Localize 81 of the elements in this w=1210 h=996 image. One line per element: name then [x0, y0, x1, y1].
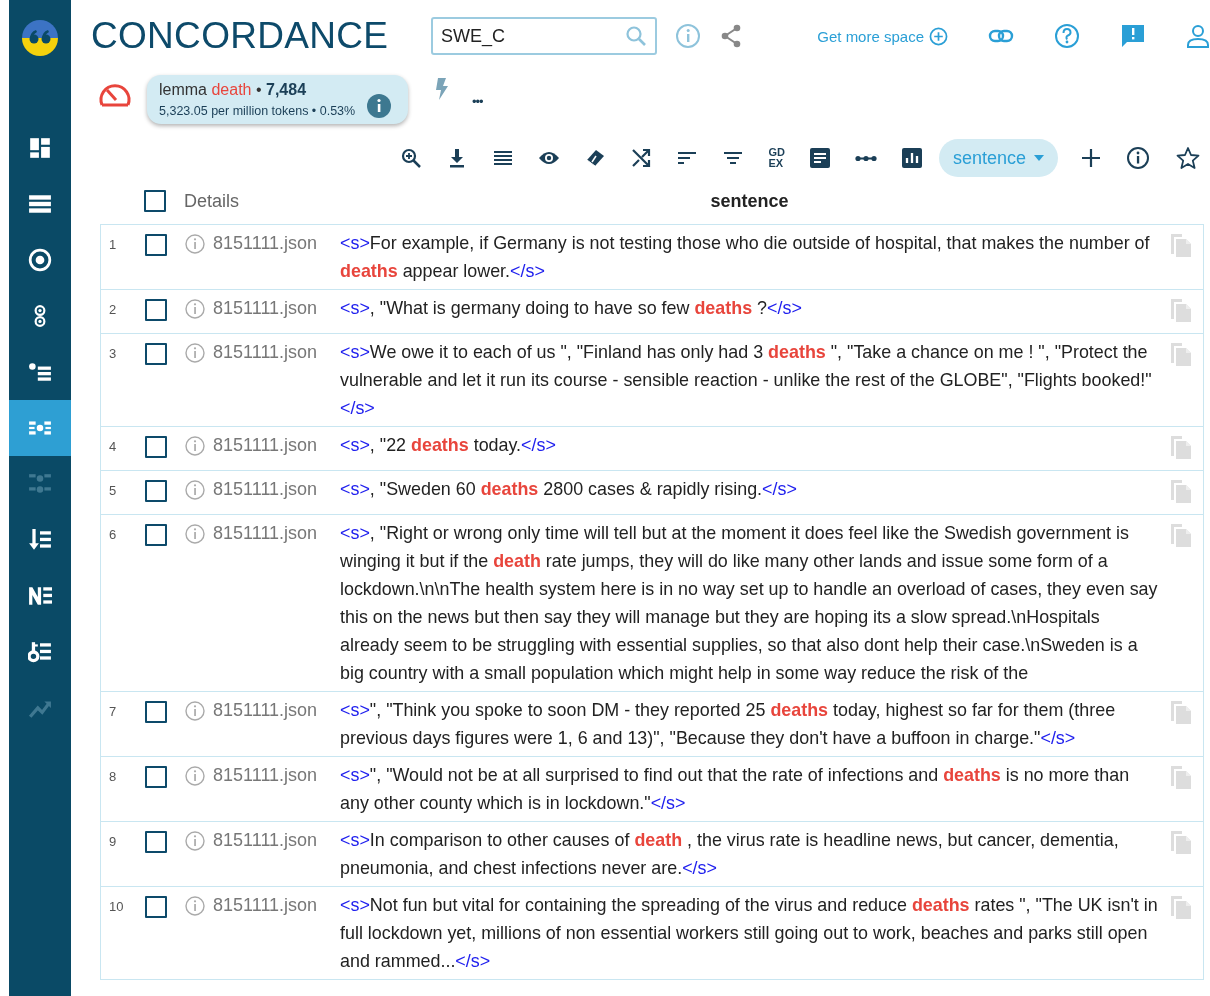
list-icon: [28, 192, 52, 216]
document-name: 8151111.json: [213, 341, 318, 364]
key-list-icon: [28, 640, 52, 664]
row-number: 8: [109, 768, 118, 786]
row-number: 3: [109, 345, 118, 363]
help-icon[interactable]: [1054, 23, 1080, 49]
checkbox[interactable]: [145, 701, 167, 723]
document-name: 8151111.json: [213, 894, 318, 917]
row-number: 1: [109, 236, 118, 254]
zoom-icon: [400, 147, 423, 169]
parallel-concordance-icon: [28, 472, 52, 496]
info-icon[interactable]: [1126, 146, 1150, 170]
lightning-icon[interactable]: [434, 78, 448, 100]
search-field[interactable]: SWE_C: [431, 17, 657, 55]
checkbox[interactable]: [145, 524, 167, 546]
document-button[interactable]: [808, 147, 831, 169]
row-number: 10: [109, 898, 125, 916]
star-icon[interactable]: [1176, 146, 1200, 170]
logo-icon: [21, 19, 59, 57]
document-icon: [808, 147, 831, 169]
checkbox[interactable]: [145, 766, 167, 788]
checkbox[interactable]: [145, 436, 167, 458]
document-name: 8151111.json: [213, 829, 318, 852]
feedback-icon[interactable]: [1120, 23, 1146, 49]
sentence-text: <s>In comparison to other causes of death , the virus rate is headline news, but cancer, dementia, pneumonia, and chest infections never are.</s>: [340, 829, 1120, 880]
sentence-text: <s>We owe it to each of us ", "Finland has only had 3 deaths ", "Take a chance on me ! ", "Protect the vulnerable and let it run its course - sensible reaction - unlike the rest of the GLOBE", "Flights booked!" </s>: [340, 341, 1153, 420]
share-icon[interactable]: [719, 24, 743, 48]
more-menu[interactable]: •••: [472, 94, 483, 109]
checkbox[interactable]: [145, 896, 167, 918]
user-icon[interactable]: [1186, 23, 1210, 49]
sentence-text: <s>Not fun but vital for containing the spreading of the virus and reduce deaths rates ", "The UK isn't in full lockdown yet, millions of non essential workers still going out to work, beaches and parks still open and rammed...</s>: [340, 894, 1159, 973]
column-header: Details: [184, 190, 241, 212]
document-name: 8151111.json: [213, 232, 318, 255]
bullet-list-icon: [28, 360, 52, 384]
sentence-text: <s>", "Would not be at all surprised to find out that the rate of infections and deaths is no more than any other county which is in lockdown."</s>: [340, 764, 1131, 815]
document-name: 8151111.json: [213, 434, 318, 457]
info-icon[interactable]: [367, 94, 392, 118]
sentence-text: <s>, "Right or wrong only time will tell but at the moment it does feel like the Swedish government is winging it but if the death rate jumps, they will do like many other lands and issue some form of a lockdown.\n\nThe health system here is in no way set up to handle an overload of cases, they even say this on the news but then say they will manage but they are hoping its a slow spread.\nHospitals already seem to be struggling with essential supplies, so that also dont help their case.\nSweden is a big country with a small population which might help in some way reduce the risk of the: [340, 522, 1159, 685]
sentence-text: <s>, "22 deaths today.</s>: [340, 434, 557, 457]
checkbox[interactable]: [145, 299, 167, 321]
document-name: 8151111.json: [213, 478, 318, 501]
eraser-button[interactable]: [584, 147, 607, 169]
named-entity-icon: [28, 584, 52, 608]
sentence-text: <s>For example, if Germany is not testing those who die outside of hospital, that makes the number of deaths appear lower.</s>: [340, 232, 1151, 283]
sentence-text: <s>, "Sweden 60 deaths 2800 cases & rapidly rising.</s>: [340, 478, 798, 501]
gdex-button[interactable]: GD EX: [768, 147, 785, 169]
bar-chart-button[interactable]: [900, 147, 923, 169]
plus-icon[interactable]: [1080, 147, 1102, 169]
bar-chart-icon: [900, 147, 923, 169]
checkbox[interactable]: [145, 234, 167, 256]
checkbox[interactable]: [145, 831, 167, 853]
target-icon: [28, 248, 52, 272]
row-number: 5: [109, 482, 118, 500]
row-number: 4: [109, 438, 118, 456]
eraser-icon: [584, 147, 607, 169]
sentence-text: <s>, "What is germany doing to have so few deaths ?</s>: [340, 297, 803, 320]
checkbox[interactable]: [145, 480, 167, 502]
shuffle-button[interactable]: [630, 147, 653, 169]
checkbox[interactable]: [145, 343, 167, 365]
column-header: sentence: [709, 190, 790, 212]
row-number: 9: [109, 833, 118, 851]
row-number: 7: [109, 703, 118, 721]
document-name: 8151111.json: [213, 699, 318, 722]
add-circle-icon: [929, 26, 948, 46]
shuffle-icon: [630, 147, 653, 169]
dots-line-button[interactable]: [854, 154, 877, 162]
search-icon: [625, 25, 647, 47]
document-name: 8151111.json: [213, 522, 318, 545]
sort-list-icon: [28, 528, 52, 552]
query-summary: lemma death • 7,484: [159, 81, 308, 99]
zoom-button[interactable]: [400, 147, 423, 169]
sentence-text: <s>", "Think you spoke to soon DM - they reported 25 deaths today, highest so far for them (three previous days figures were 1, 6 and 13)", "Because they don't have a buffoon in charge."</s>: [340, 699, 1117, 750]
document-name: 8151111.json: [213, 297, 318, 320]
document-name: 8151111.json: [213, 764, 318, 787]
dashboard-icon: [28, 136, 52, 160]
page-title: CONCORDANCE: [91, 15, 390, 57]
dots-line-icon: [854, 154, 877, 162]
row-number: 2: [109, 301, 118, 319]
row-number: 6: [109, 526, 118, 544]
frequency-summary: 5,323.05 per million tokens • 0.53%: [159, 104, 356, 118]
checkbox[interactable]: [144, 190, 166, 212]
